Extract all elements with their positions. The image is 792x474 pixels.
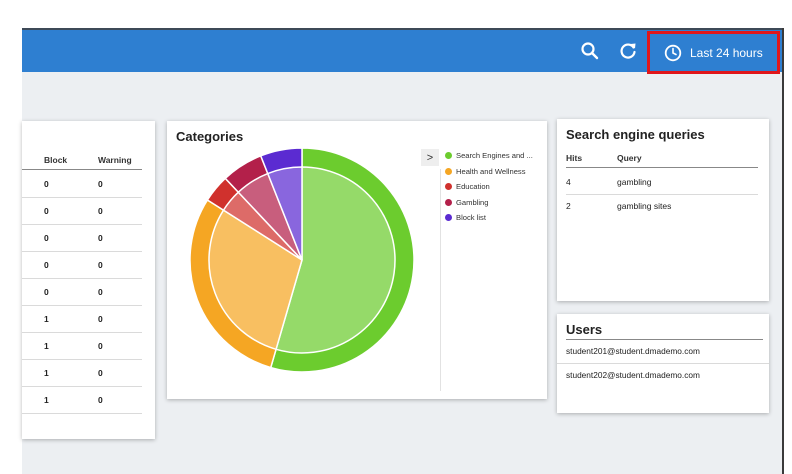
table-row[interactable]: 00 — [22, 198, 142, 225]
warning-cell: 0 — [98, 341, 103, 351]
top-bar: Last 24 hours — [22, 28, 782, 74]
user-email: student202@student.dmademo.com — [566, 370, 700, 380]
legend-divider — [440, 169, 441, 391]
user-email: student201@student.dmademo.com — [566, 346, 700, 356]
legend-label: Health and Wellness — [456, 166, 526, 176]
legend-toggle-button[interactable]: > — [421, 149, 439, 166]
legend-label: Block list — [456, 213, 486, 222]
legend-label: Gambling — [456, 197, 489, 207]
warning-cell: 0 — [98, 179, 103, 189]
dashboard: Last 24 hours Block Warning 000000000010… — [22, 28, 784, 474]
query-cell: gambling — [617, 177, 652, 187]
legend-item[interactable]: Health and Wellness — [445, 165, 545, 178]
block-cell: 0 — [44, 260, 49, 270]
block-cell: 0 — [44, 179, 49, 189]
warning-cell: 0 — [98, 287, 103, 297]
column-header-query: Query — [617, 153, 642, 163]
clock-icon — [664, 44, 682, 61]
chevron-right-icon: > — [426, 151, 434, 164]
block-cell: 0 — [44, 287, 49, 297]
table-row[interactable]: 10 — [22, 333, 142, 360]
header-divider — [566, 339, 763, 340]
warning-cell: 0 — [98, 314, 103, 324]
legend-color-dot — [445, 167, 452, 175]
list-item[interactable]: student201@student.dmademo.com — [557, 341, 769, 364]
legend-label: Education — [456, 182, 490, 191]
legend-color-dot — [445, 198, 452, 206]
legend-label: Search Engines and ... — [456, 151, 533, 160]
legend-item[interactable]: Education — [445, 180, 545, 193]
hits-cell: 4 — [566, 177, 571, 187]
table-row[interactable]: 00 — [22, 171, 142, 198]
time-range-selector[interactable]: Last 24 hours — [647, 31, 780, 74]
legend-item[interactable]: Search Engines and ... — [445, 149, 545, 162]
legend-color-dot — [445, 214, 452, 221]
hits-cell: 2 — [566, 201, 571, 211]
users-title: Users — [566, 322, 603, 337]
search-queries-title: Search engine queries — [566, 127, 705, 142]
categories-pie-chart[interactable] — [187, 145, 417, 375]
block-cell: 0 — [44, 206, 49, 216]
left-table-card: Block Warning 000000000010101010 — [22, 121, 155, 439]
column-header-hits: Hits — [566, 153, 583, 163]
table-row[interactable]: 00 — [22, 225, 142, 252]
warning-cell: 0 — [98, 233, 103, 243]
row-divider — [557, 363, 769, 364]
warning-cell: 0 — [98, 260, 103, 270]
block-cell: 0 — [44, 233, 49, 243]
warning-cell: 0 — [98, 206, 103, 216]
header-divider — [566, 167, 758, 168]
legend-color-dot — [445, 183, 452, 190]
table-row[interactable]: 4 gambling — [566, 171, 758, 195]
search-engine-queries-card: Search engine queries Hits Query 4 gambl… — [557, 119, 769, 301]
warning-cell: 0 — [98, 395, 103, 405]
legend-item[interactable]: Block list — [445, 211, 545, 224]
table-row[interactable]: 10 — [22, 387, 142, 414]
table-row[interactable]: 10 — [22, 360, 142, 387]
categories-card: Categories > Search Engines and ... Healt… — [167, 121, 547, 399]
table-row[interactable]: 2 gambling sites — [566, 195, 758, 219]
row-divider — [22, 413, 142, 414]
block-cell: 1 — [44, 395, 49, 405]
table-row[interactable]: 10 — [22, 306, 142, 333]
refresh-icon[interactable] — [617, 40, 639, 62]
list-item[interactable]: student202@student.dmademo.com — [566, 365, 766, 388]
query-cell: gambling sites — [617, 201, 672, 211]
header-divider — [22, 169, 142, 170]
table-row[interactable]: 00 — [22, 279, 142, 306]
column-header-warning: Warning — [98, 155, 132, 165]
legend-color-dot — [445, 152, 452, 159]
block-cell: 1 — [44, 368, 49, 378]
warning-cell: 0 — [98, 368, 103, 378]
legend-item[interactable]: Gambling — [445, 196, 545, 209]
categories-legend: Search Engines and ... Health and Wellnes… — [445, 149, 545, 227]
users-card: Users student201@student.dmademo.com stu… — [557, 314, 769, 413]
categories-title: Categories — [176, 129, 244, 144]
search-icon[interactable] — [579, 40, 601, 62]
time-range-label: Last 24 hours — [690, 45, 763, 60]
table-row[interactable]: 00 — [22, 252, 142, 279]
column-header-block: Block — [44, 155, 68, 165]
block-cell: 1 — [44, 314, 49, 324]
block-cell: 1 — [44, 341, 49, 351]
